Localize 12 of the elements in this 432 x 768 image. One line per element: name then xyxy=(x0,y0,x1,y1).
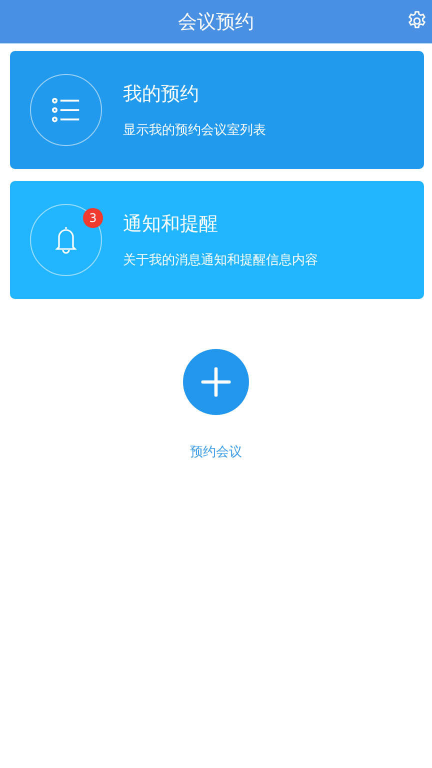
plus-icon xyxy=(201,367,231,397)
card-title: 通知和提醒 xyxy=(123,212,219,237)
bell-icon xyxy=(54,225,78,255)
count-badge: 3 xyxy=(83,208,103,228)
header-title: 会议预约 xyxy=(178,10,254,34)
list-icon xyxy=(51,95,81,125)
card-subtitle: 关于我的消息通知和提醒信息内容 xyxy=(123,252,318,269)
menu-card[interactable]: 我的预约 显示我的预约会议室列表 xyxy=(10,51,424,169)
card-subtitle: 显示我的预约会议室列表 xyxy=(123,122,266,139)
menu-card[interactable]: 3 通知和提醒 关于我的消息通知和提醒信息内容 xyxy=(10,181,424,299)
card-title: 我的预约 xyxy=(123,82,200,107)
add-label[interactable]: 预约会议 xyxy=(190,443,242,461)
